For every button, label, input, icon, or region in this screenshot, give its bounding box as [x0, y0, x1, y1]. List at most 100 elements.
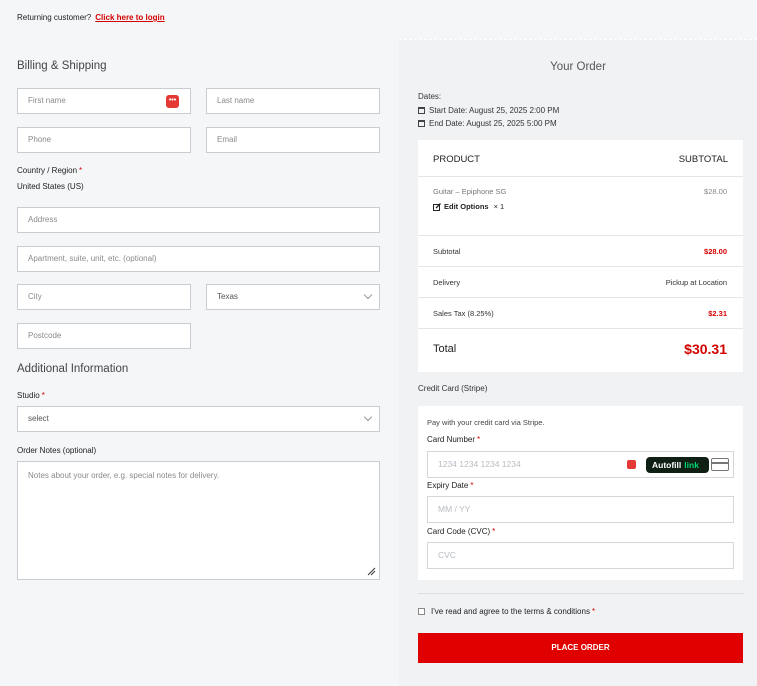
payment-description: Pay with your credit card via Stripe. [427, 418, 545, 427]
start-date-text: Start Date: August 25, 2025 2:00 PM [429, 105, 560, 115]
studio-label: Studio * [17, 391, 45, 400]
login-link[interactable]: Click here to login [95, 13, 164, 22]
edit-options-text: Edit Options [444, 202, 489, 211]
studio-label-text: Studio [17, 391, 40, 400]
last-name-field[interactable]: Last name [206, 88, 380, 114]
dates-label: Dates: [418, 92, 442, 101]
table-row: Guitar – Epiphone SG $28.00 Edit Options… [418, 177, 743, 236]
postcode-placeholder: Postcode [28, 331, 62, 340]
studio-value: select [28, 414, 49, 423]
city-field[interactable]: City [17, 284, 191, 310]
divider [418, 593, 744, 594]
order-panel: Your Order Dates: Start Date: August 25,… [399, 39, 757, 686]
expiry-label-text: Expiry Date [427, 481, 469, 490]
address-placeholder: Address [28, 215, 58, 224]
address-field[interactable]: Address [17, 207, 380, 233]
resize-handle-icon[interactable] [367, 567, 376, 576]
autofill-text: Autofill [652, 460, 682, 470]
required-mark: * [41, 391, 45, 400]
studio-select[interactable]: select [17, 406, 380, 432]
item-name: Guitar – Epiphone SG [433, 187, 507, 196]
tax-row: Sales Tax (8.25%) $2.31 [418, 298, 743, 329]
terms-checkbox[interactable] [418, 608, 425, 615]
apartment-field[interactable]: Apartment, suite, unit, etc. (optional) [17, 246, 380, 272]
order-notes-label: Order Notes (optional) [17, 446, 97, 455]
chevron-down-icon [363, 412, 373, 422]
city-placeholder: City [28, 292, 42, 301]
tax-value: $2.31 [708, 309, 727, 318]
edit-icon [433, 202, 441, 211]
card-number-input[interactable]: 1234 1234 1234 1234 Autofill link [427, 451, 734, 478]
credit-card-icon [711, 458, 729, 471]
link-brand-text: link [684, 460, 699, 470]
cvc-label: Card Code (CVC) * [427, 527, 495, 536]
additional-info-title: Additional Information [17, 363, 129, 375]
required-mark: * [477, 435, 481, 444]
card-number-label-text: Card Number [427, 435, 476, 444]
stripe-card-form: Pay with your credit card via Stripe. Ca… [418, 406, 743, 580]
order-title: Your Order [550, 61, 606, 73]
required-mark: * [492, 527, 496, 536]
cvc-input[interactable]: CVC [427, 542, 734, 569]
first-name-field[interactable]: First name ••• [17, 88, 191, 114]
delivery-row: Delivery Pickup at Location [418, 267, 743, 298]
last-name-placeholder: Last name [217, 96, 255, 105]
phone-field[interactable]: Phone [17, 127, 191, 153]
expiry-label: Expiry Date * [427, 481, 473, 490]
country-label-text: Country / Region [17, 166, 78, 175]
edit-options-link[interactable]: Edit Options × 1 [433, 202, 504, 211]
country-label: Country / Region * [17, 166, 82, 175]
apartment-placeholder: Apartment, suite, unit, etc. (optional) [28, 254, 157, 263]
cvc-placeholder: CVC [438, 550, 456, 560]
returning-customer-notice: Returning customer? Click here to login [17, 13, 165, 22]
subtotal-header: SUBTOTAL [678, 154, 728, 165]
required-mark: * [591, 607, 596, 616]
first-name-placeholder: First name [28, 96, 66, 105]
order-notes-placeholder: Notes about your order, e.g. special not… [28, 471, 220, 480]
subtotal-label: Subtotal [433, 247, 461, 256]
calendar-icon [418, 106, 425, 114]
password-manager-icon[interactable]: ••• [166, 95, 179, 108]
state-select[interactable]: Texas [206, 284, 380, 310]
item-price: $28.00 [704, 187, 727, 196]
order-summary-table: PRODUCT SUBTOTAL Guitar – Epiphone SG $2… [418, 140, 743, 372]
end-date-row: End Date: August 25, 2025 5:00 PM [418, 117, 559, 131]
state-value: Texas [217, 292, 238, 301]
country-value: United States (US) [17, 182, 84, 191]
expiry-input[interactable]: MM / YY [427, 496, 734, 523]
subtotal-row: Subtotal $28.00 [418, 236, 743, 267]
delivery-label: Delivery [433, 278, 461, 287]
expiry-placeholder: MM / YY [438, 504, 471, 514]
terms-text: I've read and agree to the terms & condi… [431, 607, 590, 616]
card-number-label: Card Number * [427, 435, 480, 444]
item-quantity: × 1 [493, 202, 505, 211]
password-manager-icon[interactable] [627, 460, 636, 469]
postcode-field[interactable]: Postcode [17, 323, 191, 349]
billing-title: Billing & Shipping [17, 60, 107, 72]
total-value: $30.31 [684, 341, 727, 357]
delivery-value: Pickup at Location [665, 278, 727, 287]
cvc-label-text: Card Code (CVC) [427, 527, 491, 536]
subtotal-value: $28.00 [704, 247, 727, 256]
autofill-link-button[interactable]: Autofill link [646, 457, 709, 473]
tax-label: Sales Tax (8.25%) [433, 309, 494, 318]
required-mark: * [79, 166, 83, 175]
end-date-text: End Date: August 25, 2025 5:00 PM [429, 119, 557, 128]
total-label: Total [433, 343, 457, 355]
order-notes-textarea[interactable]: Notes about your order, e.g. special not… [17, 461, 380, 580]
card-number-placeholder: 1234 1234 1234 1234 [438, 459, 521, 469]
terms-checkbox-row[interactable]: I've read and agree to the terms & condi… [418, 607, 595, 616]
place-order-button[interactable]: PLACE ORDER [418, 633, 743, 663]
payment-method-label: Credit Card (Stripe) [418, 384, 488, 393]
returning-text: Returning customer? [17, 13, 92, 22]
chevron-down-icon [363, 290, 373, 300]
total-row: Total $30.31 [418, 329, 743, 372]
email-placeholder: Email [217, 135, 238, 144]
phone-placeholder: Phone [28, 135, 52, 144]
email-field[interactable]: Email [206, 127, 380, 153]
start-date-row: Start Date: August 25, 2025 2:00 PM [418, 104, 559, 118]
product-header: PRODUCT [433, 154, 480, 165]
calendar-icon [418, 120, 425, 128]
booking-dates: Dates: Start Date: August 25, 2025 2:00 … [418, 90, 559, 131]
required-mark: * [470, 481, 474, 490]
